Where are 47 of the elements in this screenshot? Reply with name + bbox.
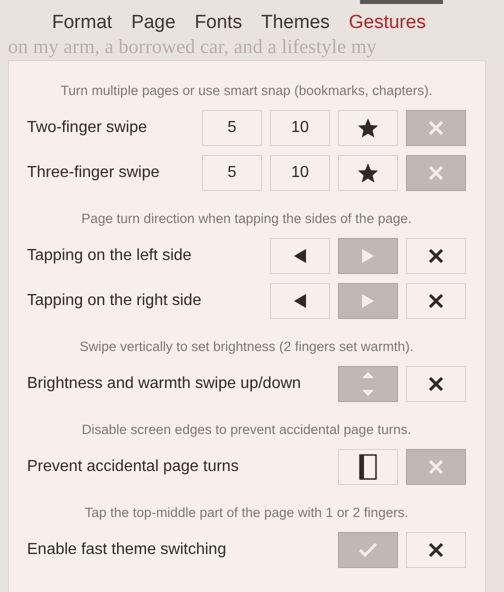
- right-triangle-icon: [361, 248, 375, 264]
- page-count-button[interactable]: 10: [270, 154, 330, 190]
- tab[interactable]: Themes: [261, 12, 330, 38]
- hint-text: Swipe vertically to set brightness (2 fingers set warmth).: [78, 338, 414, 356]
- star-icon: [357, 116, 379, 138]
- clear-button[interactable]: [406, 366, 466, 402]
- close-icon: [428, 292, 444, 308]
- setting-label: Tapping on the right side: [27, 292, 202, 310]
- close-icon: [428, 120, 444, 136]
- tab[interactable]: Format: [52, 12, 112, 38]
- page-count-button[interactable]: 5: [202, 154, 262, 190]
- setting-label: Enable fast theme switching: [27, 540, 226, 558]
- close-icon: [428, 248, 444, 264]
- up-down-arrow-icon: [362, 372, 374, 396]
- tab[interactable]: Gestures: [348, 12, 426, 38]
- setting-label: Brightness and warmth swipe up/down: [27, 374, 301, 392]
- page-count-button[interactable]: 10: [270, 110, 330, 146]
- page-count-button[interactable]: 5: [202, 110, 262, 146]
- clear-button[interactable]: [406, 238, 466, 274]
- close-icon: [428, 458, 444, 474]
- hint-text: Page turn direction when tapping the sides of the page.: [80, 210, 413, 228]
- hint-text: Tap the top-middle part of the page with 1 or 2 fingers.: [84, 504, 410, 522]
- star-button[interactable]: [338, 110, 398, 146]
- hint-text: Turn multiple pages or use smart snap (bookmarks, chapters).: [60, 82, 434, 100]
- setting-label: Two-finger swipe: [27, 118, 148, 136]
- left-arrow-button[interactable]: [270, 282, 330, 318]
- right-triangle-icon: [361, 292, 375, 308]
- setting-label: Three-finger swipe: [27, 164, 160, 182]
- left-arrow-button[interactable]: [270, 238, 330, 274]
- star-button[interactable]: [338, 154, 398, 190]
- left-triangle-icon: [293, 248, 307, 264]
- checkmark-icon: [358, 542, 378, 558]
- tab[interactable]: Page: [131, 12, 176, 38]
- close-icon: [428, 542, 444, 558]
- tab[interactable]: Fonts: [194, 12, 242, 38]
- clear-button[interactable]: [406, 532, 466, 568]
- clear-button[interactable]: [406, 282, 466, 318]
- check-button[interactable]: [338, 532, 398, 568]
- hint-text: Disable screen edges to prevent accidental page turns.: [80, 421, 412, 439]
- left-triangle-icon: [293, 292, 307, 308]
- close-icon: [428, 376, 444, 392]
- setting-label: Tapping on the left side: [27, 246, 192, 264]
- setting-label: Prevent accidental page turns: [27, 458, 239, 476]
- screen-edge-icon: [359, 454, 377, 480]
- star-icon: [357, 162, 379, 184]
- screen-edges-button[interactable]: [338, 448, 398, 484]
- close-icon: [428, 164, 444, 180]
